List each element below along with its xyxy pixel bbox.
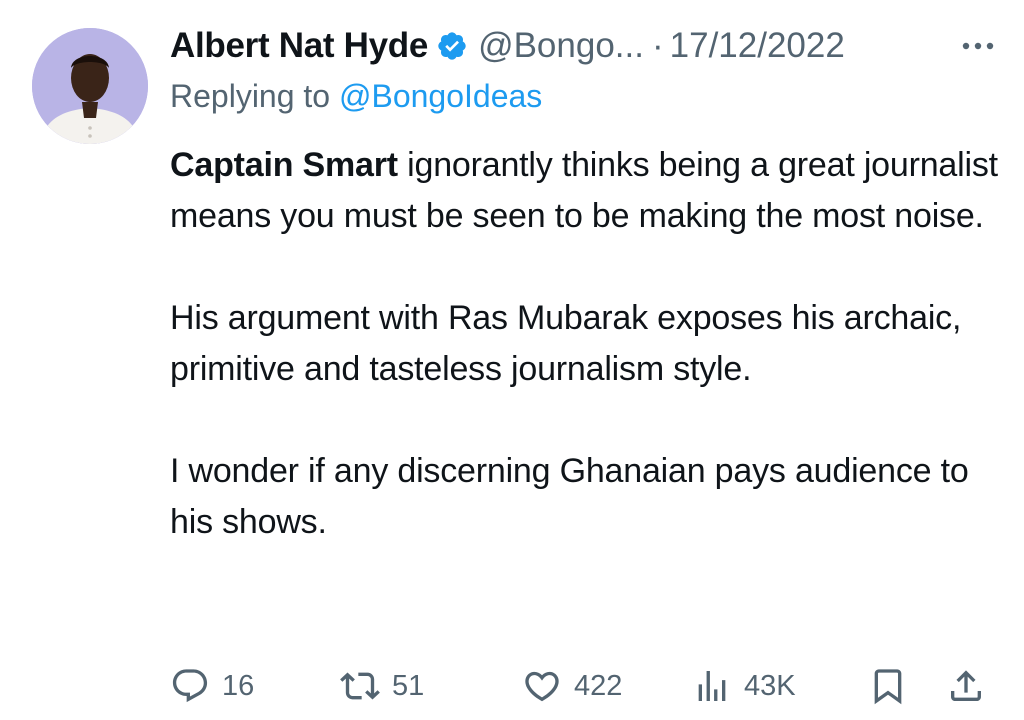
reply-count: 16 xyxy=(222,669,255,702)
like-count: 422 xyxy=(574,669,623,702)
tweet-body: Captain Smart ignorantly thinks being a … xyxy=(170,140,1000,599)
verified-badge-icon[interactable] xyxy=(436,30,468,62)
replying-prefix: Replying to xyxy=(170,78,339,114)
bookmark-button[interactable] xyxy=(868,664,908,708)
separator-dot: · xyxy=(651,26,664,65)
more-options-icon[interactable] xyxy=(956,28,1000,64)
like-button[interactable]: 422 xyxy=(522,664,622,708)
share-button[interactable] xyxy=(946,664,986,708)
paragraph-3: I wonder if any discerning Ghanaian pays… xyxy=(170,452,969,541)
paragraph-1: Captain Smart ignorantly thinks being a … xyxy=(170,140,1000,242)
replying-to: Replying to @BongoIdeas xyxy=(170,78,542,115)
retweet-icon xyxy=(340,672,380,700)
share-icon xyxy=(951,670,981,701)
reply-button[interactable]: 16 xyxy=(170,664,254,708)
action-bar: 16 51 422 43K xyxy=(170,664,1000,708)
author-handle[interactable]: @Bongo... xyxy=(478,26,644,66)
bold-mention: Captain Smart xyxy=(170,146,398,184)
replying-to-link[interactable]: @BongoIdeas xyxy=(339,78,542,114)
heart-icon xyxy=(525,671,559,702)
tweet-date[interactable]: 17/12/2022 xyxy=(670,26,845,66)
reply-icon xyxy=(172,669,208,703)
author-name[interactable]: Albert Nat Hyde xyxy=(170,26,428,66)
views-count: 43K xyxy=(744,669,796,702)
bookmark-icon xyxy=(874,669,902,705)
tweet-header: Albert Nat Hyde @Bongo... · 17/12/2022 xyxy=(170,20,1000,72)
views-button[interactable]: 43K xyxy=(692,664,796,708)
views-chart-icon xyxy=(698,671,726,701)
retweet-button[interactable]: 51 xyxy=(340,664,424,708)
paragraph-2: His argument with Ras Mubarak exposes hi… xyxy=(170,299,962,388)
profile-photo xyxy=(32,28,148,144)
retweet-count: 51 xyxy=(392,669,425,702)
avatar[interactable] xyxy=(32,28,148,144)
